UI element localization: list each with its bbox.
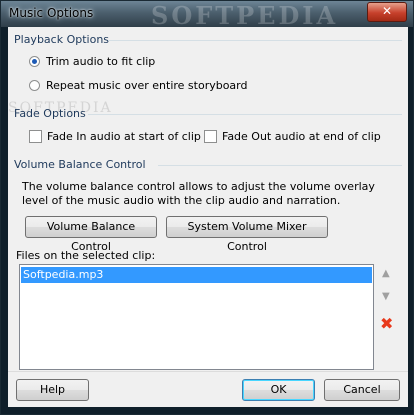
files-list[interactable]: Softpedia.mp3 (19, 264, 374, 370)
fade-options-header: Fade Options (14, 107, 86, 120)
help-button[interactable]: Help (16, 379, 89, 401)
music-options-dialog: Music Options SOFTPEDIA ✕ SOFTPEDIA Play… (0, 0, 414, 415)
volume-description: The volume balance control allows to adj… (22, 180, 375, 207)
move-up-icon[interactable]: ▲ (382, 268, 390, 279)
trim-audio-radio[interactable] (29, 56, 40, 67)
trim-audio-label: Trim audio to fit clip (46, 55, 156, 68)
playback-options-header: Playback Options (14, 33, 110, 46)
move-down-icon[interactable]: ▼ (382, 291, 390, 302)
volume-balance-header: Volume Balance Control (14, 158, 146, 171)
fade-out-checkbox-row[interactable]: Fade Out audio at end of clip (204, 130, 381, 143)
repeat-music-radio[interactable] (29, 80, 40, 91)
repeat-music-label: Repeat music over entire storyboard (46, 79, 248, 92)
cancel-button[interactable]: Cancel (324, 379, 400, 401)
fade-out-checkbox[interactable] (204, 130, 217, 143)
dialog-content: SOFTPEDIA Playback Options Trim audio to… (8, 27, 408, 407)
window-title: Music Options (9, 6, 94, 20)
fade-in-checkbox-row[interactable]: Fade In audio at start of clip (29, 130, 201, 143)
list-item[interactable]: Softpedia.mp3 (21, 267, 372, 283)
softpedia-watermark: SOFTPEDIA (151, 1, 339, 30)
fade-in-checkbox[interactable] (29, 130, 42, 143)
title-bar[interactable]: Music Options SOFTPEDIA ✕ (1, 1, 413, 30)
fade-in-label: Fade In audio at start of clip (47, 130, 201, 143)
volume-divider (158, 165, 402, 166)
files-label: Files on the selected clip: (16, 249, 156, 262)
fade-out-label: Fade Out audio at end of clip (222, 130, 381, 143)
playback-divider (108, 40, 402, 41)
footer-divider (8, 371, 408, 372)
close-button[interactable]: ✕ (367, 2, 407, 22)
trim-audio-radio-row[interactable]: Trim audio to fit clip (29, 55, 155, 68)
fade-divider (88, 114, 402, 115)
volume-balance-control-button[interactable]: Volume Balance Control (25, 216, 157, 253)
system-volume-mixer-button[interactable]: System Volume Mixer Control (166, 216, 328, 253)
ok-button[interactable]: OK (242, 379, 315, 401)
delete-icon[interactable]: ✖ (380, 314, 393, 333)
repeat-music-radio-row[interactable]: Repeat music over entire storyboard (29, 79, 248, 92)
